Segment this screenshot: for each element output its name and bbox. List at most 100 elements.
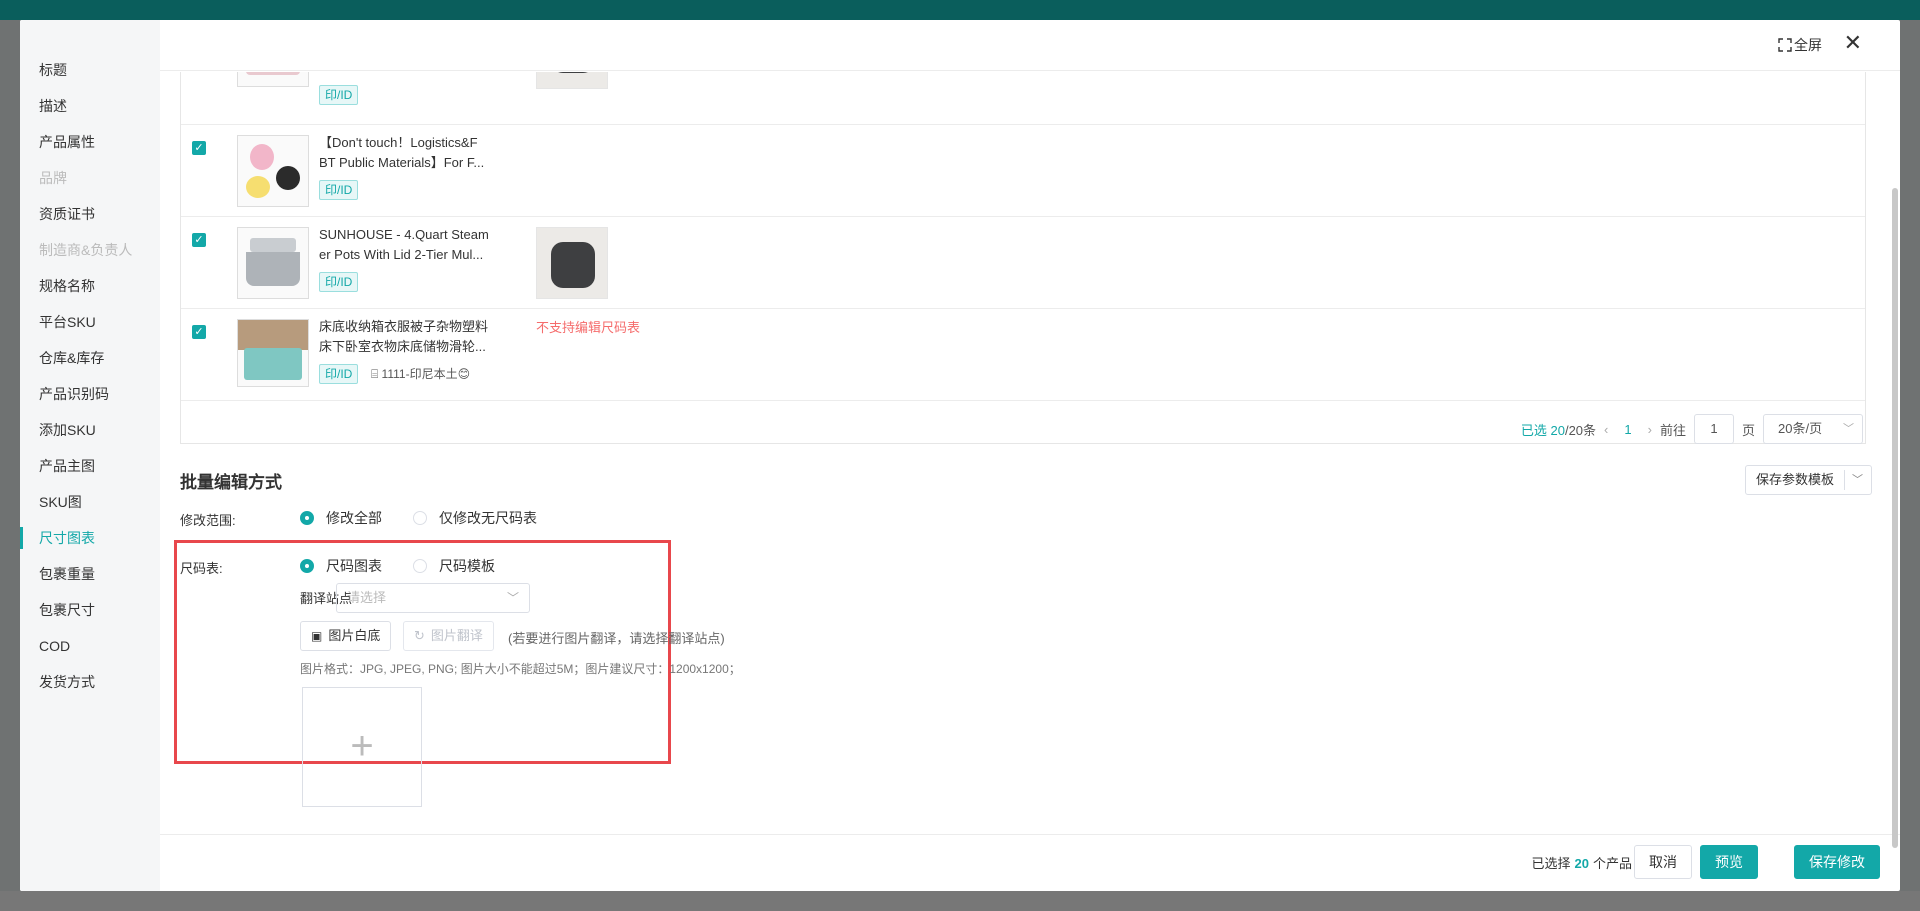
goto-page-input[interactable]: 1 <box>1693 414 1734 444</box>
sidebar-item-manufacturer[interactable]: 制造商&负责人 <box>39 239 132 261</box>
sidebar-item-platform-sku[interactable]: 平台SKU <box>39 311 96 333</box>
sidebar-item-spec-name[interactable]: 规格名称 <box>39 275 95 297</box>
store-icon: ⌸ <box>371 367 379 381</box>
select-placeholder: 请选择 <box>347 590 387 605</box>
sidebar-item-main-image[interactable]: 产品主图 <box>39 455 95 477</box>
scope-label: 修改范围: <box>180 513 236 528</box>
check-icon: ✓ <box>194 142 204 154</box>
image-icon: ▣ <box>311 629 323 643</box>
section-title: 批量编辑方式 <box>180 473 282 492</box>
sidebar-item-shipping[interactable]: 发货方式 <box>39 671 95 693</box>
row-checkbox[interactable]: ✓ <box>192 141 206 155</box>
table-row: ✓ 床底收纳箱衣服被子杂物塑料 床下卧室衣物床底储物滑轮... 印/ID ⌸ 1… <box>181 309 1865 401</box>
sidebar-item-warehouse[interactable]: 仓库&库存 <box>39 347 104 369</box>
total-count: /20条 <box>1564 422 1597 438</box>
site-tag: 印/ID <box>319 85 359 105</box>
selected-number: 20 <box>1550 422 1565 438</box>
dialog-content: 印/ID ✓ 【Don't touch！Logistics&F BT Publi… <box>160 72 1900 812</box>
radio-dot <box>300 559 314 573</box>
table-row: ✓ SUNHOUSE - 4.Quart Steam er Pots With … <box>181 217 1865 309</box>
radio-dot <box>413 559 427 573</box>
preview-button[interactable]: 预览 <box>1700 845 1758 879</box>
app-topbar <box>0 0 1920 20</box>
error-message: 不支持编辑尺码表 <box>536 320 641 335</box>
sidebar-item-description[interactable]: 描述 <box>39 95 67 117</box>
background-pager <box>0 891 1920 911</box>
fullscreen-label: 全屏 <box>1794 37 1822 53</box>
selected-count: 20 <box>1574 856 1589 871</box>
goto-label: 前往 <box>1659 422 1686 438</box>
sidebar-item-cod[interactable]: COD <box>39 635 70 657</box>
chevron-down-icon[interactable]: ﹀ <box>1852 466 1863 494</box>
selected-prefix: 已选择 <box>1531 856 1571 871</box>
chevron-right-icon[interactable]: › <box>1648 422 1652 437</box>
dialog-header: 全屏 ✕ <box>160 20 1900 71</box>
radio-label: 仅修改无尺码表 <box>439 510 537 526</box>
sidebar-item-size-chart[interactable]: 尺寸图表 <box>39 527 95 549</box>
radio-label: 尺码模板 <box>439 558 495 574</box>
translate-site-select[interactable]: 请选择 ﹀ <box>336 583 530 613</box>
size-chart-label: 尺码表: <box>180 561 223 576</box>
save-template-button[interactable]: 保存参数模板 ﹀ <box>1745 465 1872 495</box>
page-size-select[interactable]: 20条/页 ﹀ <box>1763 414 1863 444</box>
chevron-down-icon: ﹀ <box>1843 423 1854 435</box>
chevron-down-icon: ﹀ <box>506 591 519 605</box>
radio-scope-all[interactable]: 修改全部 <box>300 508 382 528</box>
check-icon: ✓ <box>194 326 204 338</box>
radio-dot <box>300 511 314 525</box>
scrollbar[interactable] <box>1892 188 1898 848</box>
table-row: ✓ 【Don't touch！Logistics&F BT Public Mat… <box>181 125 1865 217</box>
sidebar-item-package-size[interactable]: 包裹尺寸 <box>39 599 95 621</box>
row-checkbox[interactable]: ✓ <box>192 325 206 339</box>
pagination: 已选 20/20条 ‹ 1 › 前往 1 页 20条/页 ﹀ <box>1521 414 1863 444</box>
image-upload-box[interactable]: + <box>302 687 422 807</box>
save-template-label: 保存参数模板 <box>1756 472 1835 487</box>
product-thumbnail <box>237 319 309 387</box>
section-sidebar: 标题 描述 产品属性 品牌 资质证书 制造商&负责人 规格名称 平台SKU 仓库… <box>20 20 160 891</box>
plus-icon: + <box>350 724 374 768</box>
product-title-line: er Pots With Lid 2-Tier Mul... <box>319 247 484 262</box>
sidebar-item-product-code[interactable]: 产品识别码 <box>39 383 109 405</box>
page-number[interactable]: 1 <box>1616 422 1639 437</box>
product-title: 【Don't touch！Logistics&F BT Public Mater… <box>319 133 497 173</box>
image-translate-button[interactable]: ↻ 图片翻译 <box>403 621 494 651</box>
active-indicator <box>20 527 23 549</box>
product-title-line: SUNHOUSE - 4.Quart Steam <box>319 227 489 242</box>
site-tag: 印/ID <box>319 364 359 384</box>
radio-scope-no-size[interactable]: 仅修改无尺码表 <box>413 508 537 528</box>
product-title-line: 床下卧室衣物床底储物滑轮... <box>319 339 486 354</box>
sidebar-item-brand[interactable]: 品牌 <box>39 167 67 189</box>
sidebar-item-add-sku[interactable]: 添加SKU <box>39 419 96 441</box>
selected-suffix: 个产品 <box>1592 856 1632 871</box>
white-background-button[interactable]: ▣ 图片白底 <box>300 621 392 651</box>
selected-prefix: 已选 <box>1520 422 1547 438</box>
fullscreen-button[interactable]: 全屏 <box>1778 35 1822 55</box>
button-label: 图片白底 <box>328 628 381 643</box>
radio-size-template[interactable]: 尺码模板 <box>413 556 495 576</box>
radio-label: 修改全部 <box>326 510 382 526</box>
radio-dot <box>413 511 427 525</box>
product-title-line: 【Don't touch！Logistics&F <box>319 135 478 150</box>
product-table: 印/ID ✓ 【Don't touch！Logistics&F BT Publi… <box>180 72 1866 444</box>
radio-label: 尺码图表 <box>326 558 382 574</box>
page-size-value: 20条/页 <box>1778 421 1823 436</box>
format-hint: 图片格式：JPG, JPEG, PNG; 图片大小不能超过5M；图片建议尺寸：1… <box>300 662 741 676</box>
sidebar-item-title[interactable]: 标题 <box>39 59 67 81</box>
check-icon: ✓ <box>194 234 204 246</box>
sidebar-item-certificates[interactable]: 资质证书 <box>39 203 95 225</box>
sidebar-item-package-weight[interactable]: 包裹重量 <box>39 563 95 585</box>
store-label: 1111-印尼本土😊 <box>381 367 471 381</box>
product-thumbnail <box>237 227 309 299</box>
selected-count: 已选 20/20条 <box>1521 420 1596 439</box>
row-checkbox[interactable]: ✓ <box>192 233 206 247</box>
cancel-button[interactable]: 取消 <box>1634 845 1692 879</box>
chevron-left-icon[interactable]: ‹ <box>1604 422 1608 437</box>
translate-hint: (若要进行图片翻译，请选择翻译站点) <box>508 631 725 646</box>
dialog-footer: 已选择 20 个产品 取消 预览 保存修改 <box>160 834 1900 891</box>
sidebar-item-attributes[interactable]: 产品属性 <box>39 131 95 153</box>
save-changes-button[interactable]: 保存修改 <box>1794 845 1880 879</box>
product-title-line: 床底收纳箱衣服被子杂物塑料 <box>319 319 489 334</box>
close-icon[interactable]: ✕ <box>1844 32 1862 54</box>
sidebar-item-sku-image[interactable]: SKU图 <box>39 491 82 513</box>
radio-size-chart-image[interactable]: 尺码图表 <box>300 556 382 576</box>
